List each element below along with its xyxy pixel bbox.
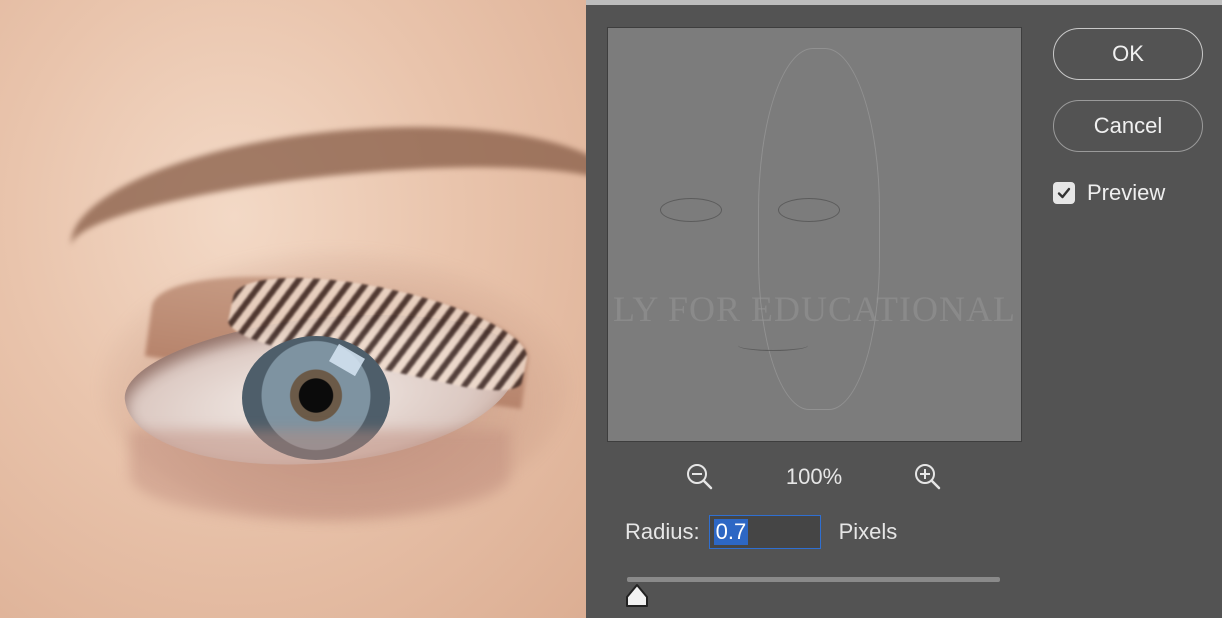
preview-left-eye bbox=[660, 198, 722, 222]
zoom-in-icon bbox=[915, 464, 941, 490]
preview-right-eye bbox=[778, 198, 840, 222]
canvas-photo bbox=[0, 0, 586, 618]
ok-button[interactable]: OK bbox=[1053, 28, 1203, 80]
zoom-out-button[interactable] bbox=[683, 460, 717, 494]
checkmark-icon bbox=[1057, 187, 1071, 199]
preview-checkbox[interactable] bbox=[1053, 182, 1075, 204]
preview-mouth bbox=[738, 340, 808, 351]
zoom-level: 100% bbox=[785, 464, 843, 489]
preview-label: Preview bbox=[1087, 180, 1166, 205]
radius-input[interactable]: 0.7 bbox=[708, 515, 821, 549]
filter-preview[interactable]: LY FOR EDUCATIONAL bbox=[607, 27, 1022, 442]
preview-watermark: LY FOR EDUCATIONAL bbox=[612, 289, 1017, 329]
zoom-out-icon bbox=[687, 464, 713, 490]
preview-checkbox-row[interactable]: Preview bbox=[1053, 180, 1165, 206]
radius-value: 0.7 bbox=[713, 519, 749, 545]
radius-slider-track[interactable] bbox=[627, 577, 1000, 582]
cancel-button[interactable]: Cancel bbox=[1053, 100, 1203, 152]
lower-eyelid bbox=[130, 430, 510, 520]
zoom-in-button[interactable] bbox=[911, 460, 945, 494]
radius-unit: Pixels bbox=[838, 519, 898, 544]
preview-face-outline bbox=[758, 48, 880, 410]
high-pass-dialog: LY FOR EDUCATIONAL 100% OK Cancel Previe… bbox=[586, 0, 1222, 618]
radius-slider-thumb[interactable] bbox=[624, 583, 650, 609]
radius-row: Radius: 0.7 Pixels bbox=[625, 515, 897, 549]
radius-label: Radius: bbox=[625, 519, 700, 544]
